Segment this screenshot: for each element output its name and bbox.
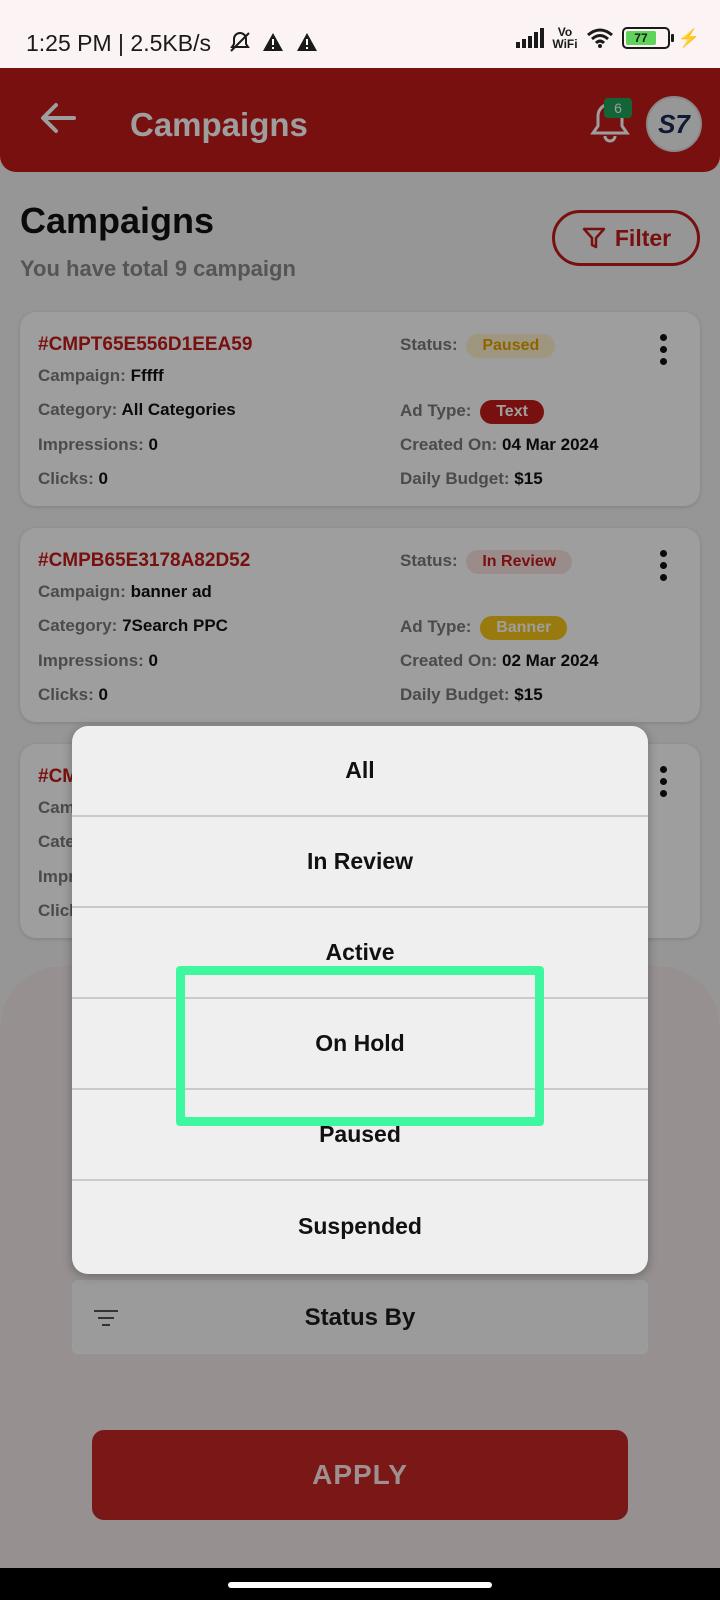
wifi-icon [586, 28, 613, 48]
status-by-label: Status By [304, 1304, 416, 1331]
home-gesture-handle[interactable] [228, 1582, 492, 1588]
warning-icon-2 [297, 33, 317, 51]
menu-item-suspended[interactable]: Suspended [72, 1181, 648, 1272]
apply-button[interactable]: APPLY [92, 1430, 628, 1520]
battery-icon: 77 [621, 27, 674, 49]
charging-icon: ⚡ [677, 27, 700, 48]
mute-icon [230, 31, 250, 52]
highlight-box [176, 966, 544, 1126]
status-time: 1:25 PM | 2.5KB/s [26, 30, 211, 56]
menu-item-all[interactable]: All [72, 726, 648, 817]
warning-icon [263, 33, 283, 51]
menu-item-in-review[interactable]: In Review [72, 817, 648, 908]
navigation-bar [0, 1568, 720, 1600]
status-bar: 1:25 PM | 2.5KB/s Vo WiFi 77 ⚡ [0, 0, 720, 68]
signal-icon [516, 28, 545, 48]
status-by-dropdown[interactable]: Status By [72, 1280, 648, 1354]
vowifi-label: Vo WiFi [552, 25, 578, 51]
